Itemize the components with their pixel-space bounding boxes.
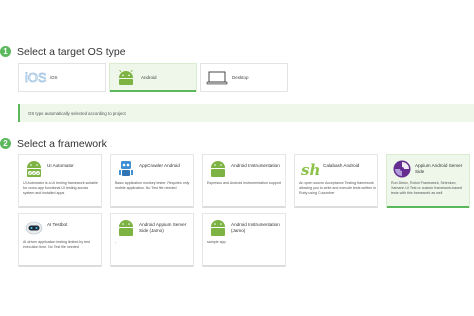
framework-card-appcrawler[interactable]: AppCrawler Android Basic application mon… <box>110 154 194 208</box>
framework-description: Espresso and Android Instrumentation sup… <box>207 181 281 185</box>
step-1-badge: 1 <box>0 46 11 57</box>
framework-name: Calabash Android <box>323 163 360 168</box>
framework-card-android-instrumentation[interactable]: Android Instrumentation Espresso and And… <box>202 154 286 208</box>
os-card-ios[interactable]: iOS iOS <box>18 63 106 92</box>
card-underline <box>387 206 469 208</box>
framework-description: Run Detox, Robot Framework, Selenium, Xa… <box>391 181 463 195</box>
framework-name: AI Testbot <box>47 222 68 227</box>
step-2-badge: 2 <box>0 138 11 149</box>
card-underline <box>19 206 101 208</box>
android-robot-icon <box>119 220 133 236</box>
card-underline <box>203 206 285 208</box>
framework-name: UI Automator <box>47 163 74 168</box>
robot-icon <box>119 161 133 176</box>
card-underline <box>203 265 285 267</box>
framework-card-android-appium-jamo[interactable]: Android Appium Server Side (Jamo) - <box>110 213 194 267</box>
framework-description: AI driven application testing limited by… <box>23 240 90 249</box>
os-label-ios: iOS <box>50 75 58 80</box>
framework-card-ui-automator[interactable]: UI Automator UI Automator is a UI testin… <box>18 154 102 208</box>
framework-card-ai-testbot[interactable]: AI Testbot AI driven application testing… <box>18 213 102 267</box>
card-underline <box>295 206 377 208</box>
framework-name: Android Appium Server Side (Jamo) <box>139 222 187 233</box>
android-robot-icon <box>211 220 225 236</box>
os-info-text: OS type automatically selected according… <box>28 110 126 116</box>
laptop-icon <box>206 71 228 85</box>
appium-icon <box>393 160 411 178</box>
framework-name: Android Instrumentation <box>231 163 280 168</box>
ai-bot-icon <box>25 221 43 235</box>
framework-name: Appium Android Server Side <box>415 163 463 174</box>
os-card-android[interactable]: Android <box>109 63 197 92</box>
framework-description: UI Automator is a UI testing framework s… <box>23 181 98 195</box>
step-1-title: Select a target OS type <box>17 46 126 58</box>
android-robot-icon <box>211 161 225 177</box>
card-underline <box>111 265 193 267</box>
calabash-icon: sh <box>301 161 320 179</box>
framework-description: - <box>115 240 117 244</box>
framework-card-appium-android-server-side[interactable]: Appium Android Server Side Run Detox, Ro… <box>386 154 470 208</box>
os-label-desktop: Desktop <box>232 75 249 80</box>
framework-card-android-instrumentation-jamo[interactable]: Android Instrumentation (Jamo) sample ap… <box>202 213 286 267</box>
android-check-icon <box>27 161 41 177</box>
card-underline <box>19 265 101 267</box>
os-info-alert: OS type automatically selected according… <box>18 104 474 122</box>
framework-description: sample app <box>207 240 226 244</box>
os-card-desktop[interactable]: Desktop <box>200 63 288 92</box>
svg-text:iOS: iOS <box>25 70 46 84</box>
framework-description: Basic application monkey tester. Require… <box>115 181 190 190</box>
ios-logo-icon: iOS <box>25 70 46 84</box>
framework-description: An open source Acceptance Testing framew… <box>299 181 376 195</box>
os-label-android: Android <box>141 75 157 80</box>
framework-card-calabash[interactable]: sh Calabash Android An open source Accep… <box>294 154 378 208</box>
framework-name: Android Instrumentation (Jamo) <box>231 222 280 233</box>
step-2-title: Select a framework <box>17 138 107 150</box>
svg-text:sh: sh <box>301 161 320 179</box>
card-underline <box>111 206 193 208</box>
framework-name: AppCrawler Android <box>139 163 180 168</box>
android-robot-icon <box>119 70 133 85</box>
